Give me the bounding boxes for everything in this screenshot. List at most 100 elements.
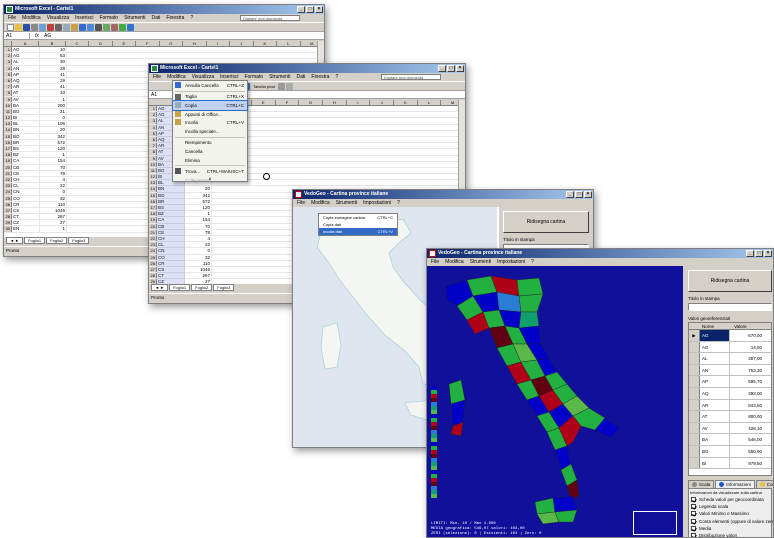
cell-b[interactable]: 154 [40,158,67,164]
cell-b[interactable]: 20 [185,186,212,192]
row-header[interactable]: 12 [149,174,157,180]
row-header[interactable]: 28 [149,273,157,279]
column-header[interactable]: L [418,100,442,105]
format-icon[interactable] [286,82,294,90]
cell-b[interactable]: 28 [40,65,67,71]
menu-item[interactable]: Annulla Cancella CTRL+Z [173,81,247,90]
cell-b[interactable]: 32 [40,195,67,201]
menu-item[interactable]: Strumenti [269,73,290,81]
sum-icon[interactable] [95,23,102,31]
row-header[interactable]: 6 [149,136,157,143]
cell-b[interactable]: 29 [40,77,67,84]
cell-b[interactable]: 1046 [40,207,67,214]
cell-b[interactable]: 154 [185,217,212,223]
cell-b[interactable]: 4 [185,235,212,242]
cell-b[interactable]: 120 [40,146,67,152]
cell-b[interactable]: 267 [185,273,212,279]
province-value[interactable]: 14,00 [730,342,764,353]
cell-b[interactable]: 1 [185,211,212,217]
column-header[interactable]: B [39,41,66,46]
menu-item[interactable]: Trova... CTRL+MAIUSC+T [173,167,247,176]
row-header[interactable]: 26 [4,201,12,207]
cell-a[interactable]: CS [12,207,40,214]
cell-a[interactable]: AR [12,84,40,90]
menu-item[interactable]: Incolla speciale... [173,127,247,136]
province-value[interactable]: 595,70 [730,376,764,387]
cell-a[interactable]: CE [12,170,40,176]
formula-input[interactable]: AG [44,33,51,39]
option-checkbox[interactable]: Distribuzione valori [691,533,737,537]
maximize-button[interactable]: □ [447,65,455,72]
row-header[interactable]: 6 [4,77,12,84]
menu-item[interactable]: Impostazioni [363,199,391,207]
cell-b[interactable]: 572 [185,198,212,204]
table-row[interactable]: AP 595,70 [689,376,771,388]
row-header[interactable]: 15 [4,133,12,139]
cell-a[interactable]: EN [12,226,40,232]
row-header[interactable]: 2 [149,112,157,118]
table-row[interactable]: BI 979,50 [689,457,771,470]
cell-a[interactable]: AV [12,96,40,102]
column-header[interactable]: L [277,41,301,46]
row-header[interactable]: 17 [149,205,157,211]
cell-b[interactable]: 0 [40,115,67,121]
cell-b[interactable]: 110 [40,201,67,207]
close-button[interactable]: × [764,250,772,257]
save-icon[interactable] [23,23,30,31]
checkbox-icon[interactable] [691,504,696,510]
table-row[interactable]: ▶ AG 670,00 [689,330,771,342]
sort-asc-icon[interactable] [103,23,110,31]
menu-item[interactable]: Dati [151,14,160,22]
print-icon[interactable] [31,23,38,31]
column-header[interactable]: H [183,41,207,46]
name-box[interactable]: A1 [4,32,30,39]
excel-title-bar[interactable]: Microsoft Excel - Cartel1 _ □ × [4,5,324,14]
column-header[interactable]: E [113,41,137,46]
sheet-tab[interactable]: Foglio2 [46,237,68,244]
drawing-icon[interactable] [119,23,126,31]
cell-a[interactable]: AT [12,90,40,96]
row-header[interactable]: 25 [149,254,157,260]
cell-b[interactable]: 572 [40,139,67,145]
cell-b[interactable]: 342 [185,192,212,198]
table-row[interactable]: AQ 393,00 [689,387,771,400]
cell-a[interactable]: AP [12,71,40,77]
column-header[interactable]: G [299,100,323,105]
province-value[interactable]: 753,30 [730,365,764,376]
cell-a[interactable]: CL [12,183,40,189]
tab-scala[interactable]: Scala [688,480,715,488]
cell-b[interactable]: 41 [40,84,67,90]
row-header[interactable]: 16 [149,198,157,204]
menu-item[interactable]: Visualizza [47,14,69,22]
cell-b[interactable]: 106 [40,121,67,127]
map-canvas[interactable]: LIMITI: Min. 10 / Max 1.000 MEDIA geogra… [427,266,683,537]
row-header[interactable]: 19 [4,158,12,164]
undo-icon[interactable] [79,23,86,31]
cell-a[interactable]: CO [12,195,40,201]
cell-b[interactable]: 1 [40,152,67,158]
cell-a[interactable]: BO [12,133,40,139]
cell-b[interactable]: 33 [40,90,67,96]
maximize-button[interactable]: □ [755,250,763,257]
cell-b[interactable]: 4 [40,176,67,183]
cell-a[interactable]: BG [12,108,40,115]
province-value[interactable]: 393,00 [730,388,764,399]
row-header[interactable]: 3 [149,118,157,124]
row-header[interactable]: 21 [4,170,12,176]
sicily-region[interactable] [534,497,556,515]
cell-a[interactable]: CH [12,176,40,183]
menu-item[interactable]: ? [190,14,193,22]
preview-icon[interactable] [39,23,46,31]
cell-b[interactable]: 267 [40,214,67,220]
row-header[interactable]: 3 [4,59,12,65]
row-header[interactable]: 26 [149,260,157,266]
cell-a[interactable]: AL [12,59,40,65]
cell-b[interactable]: 1 [40,96,67,102]
menu-item[interactable]: Elimina [173,156,247,165]
column-header[interactable]: F [136,41,160,46]
maximize-button[interactable]: □ [575,191,583,198]
tab-informazioni[interactable]: Informazioni [715,480,755,488]
cell-b[interactable]: 32 [185,254,212,260]
corner-cell[interactable] [4,41,12,46]
row-header[interactable]: 15 [149,192,157,198]
